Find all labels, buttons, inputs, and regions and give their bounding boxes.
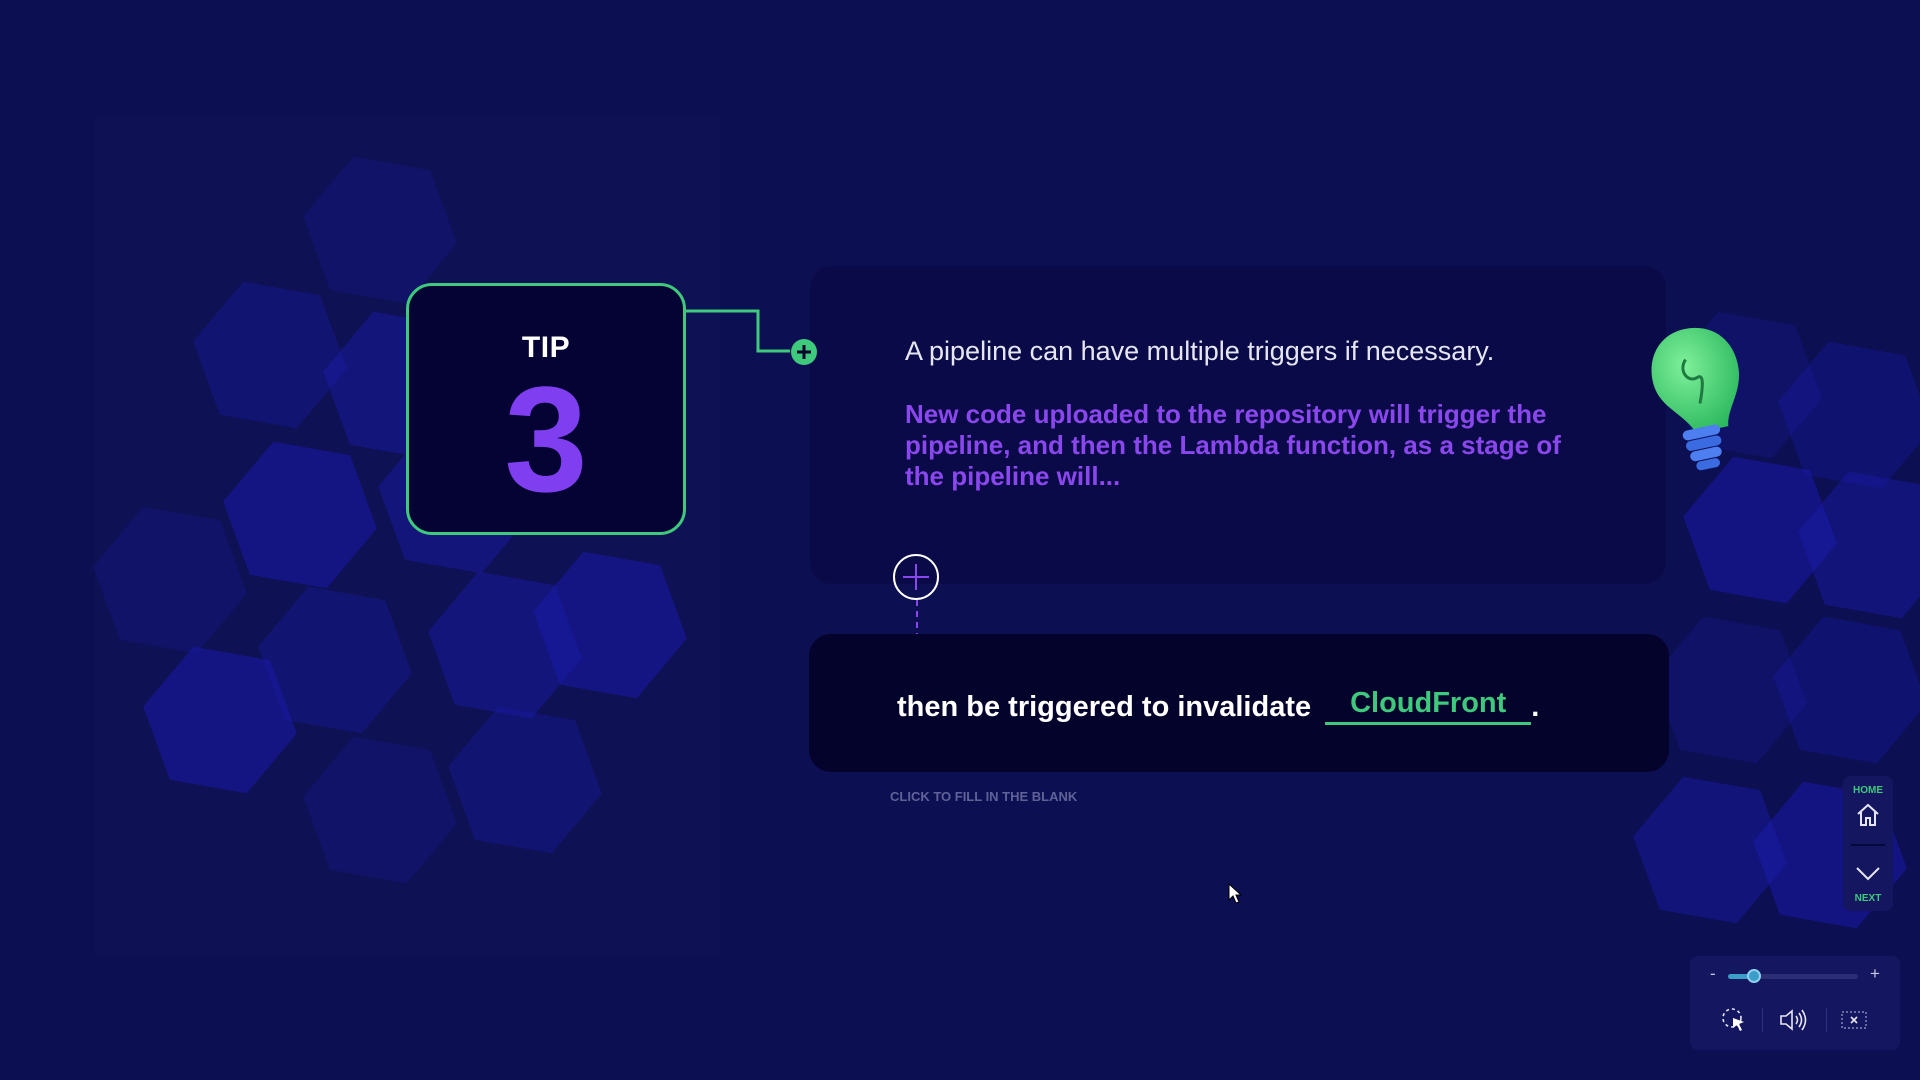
fill-blank-card: then be triggered to invalidate CloudFro… [809, 634, 1669, 772]
mouse-cursor-icon [1228, 883, 1243, 904]
hexagon-shape [1773, 616, 1920, 764]
blank-prefix: then be triggered to invalidate [897, 691, 1312, 723]
pointer-icon[interactable] [1720, 1006, 1748, 1034]
plus-circle-icon[interactable] [790, 338, 818, 366]
control-divider [1826, 1008, 1827, 1032]
home-icon[interactable] [1855, 802, 1881, 828]
chevron-down-icon[interactable] [1855, 862, 1881, 884]
lightbulb-icon [1651, 327, 1739, 471]
control-divider [1762, 1008, 1763, 1032]
tip-card: TIP 3 [406, 283, 686, 535]
blank-answer-field[interactable]: CloudFront [1325, 687, 1532, 725]
hexagon-shape [223, 441, 377, 589]
info-card: A pipeline can have multiple triggers if… [810, 266, 1666, 584]
next-label[interactable]: NEXT [1843, 893, 1893, 904]
fill-blank-sentence: then be triggered to invalidate CloudFro… [897, 687, 1540, 729]
hexagon-shape [193, 281, 347, 429]
plus-icon [903, 564, 929, 590]
zoom-slider-thumb[interactable] [1747, 969, 1761, 983]
info-statement: A pipeline can have multiple triggers if… [905, 336, 1495, 366]
media-controls: - + [1690, 956, 1900, 1050]
nav-divider [1851, 844, 1885, 846]
fill-blank-hint: CLICK TO FILL IN THE BLANK [890, 789, 1078, 804]
hexagon-shape [448, 706, 602, 854]
zoom-in-button[interactable]: + [1870, 964, 1880, 984]
speaker-icon[interactable] [1778, 1006, 1812, 1034]
info-question: New code uploaded to the repository will… [905, 399, 1561, 491]
tip-number: 3 [504, 355, 588, 523]
zoom-slider[interactable] [1728, 969, 1858, 983]
home-label: HOME [1853, 785, 1883, 796]
hexagon-shape [303, 156, 457, 304]
hexagon-shape [303, 736, 457, 884]
zoom-out-button[interactable]: - [1710, 964, 1716, 984]
close-icon[interactable] [1840, 1006, 1868, 1034]
blank-suffix: . [1531, 691, 1540, 723]
navigation-panel: HOME NEXT [1843, 776, 1893, 911]
hexagon-shape [93, 506, 247, 654]
expand-button[interactable] [893, 554, 939, 600]
